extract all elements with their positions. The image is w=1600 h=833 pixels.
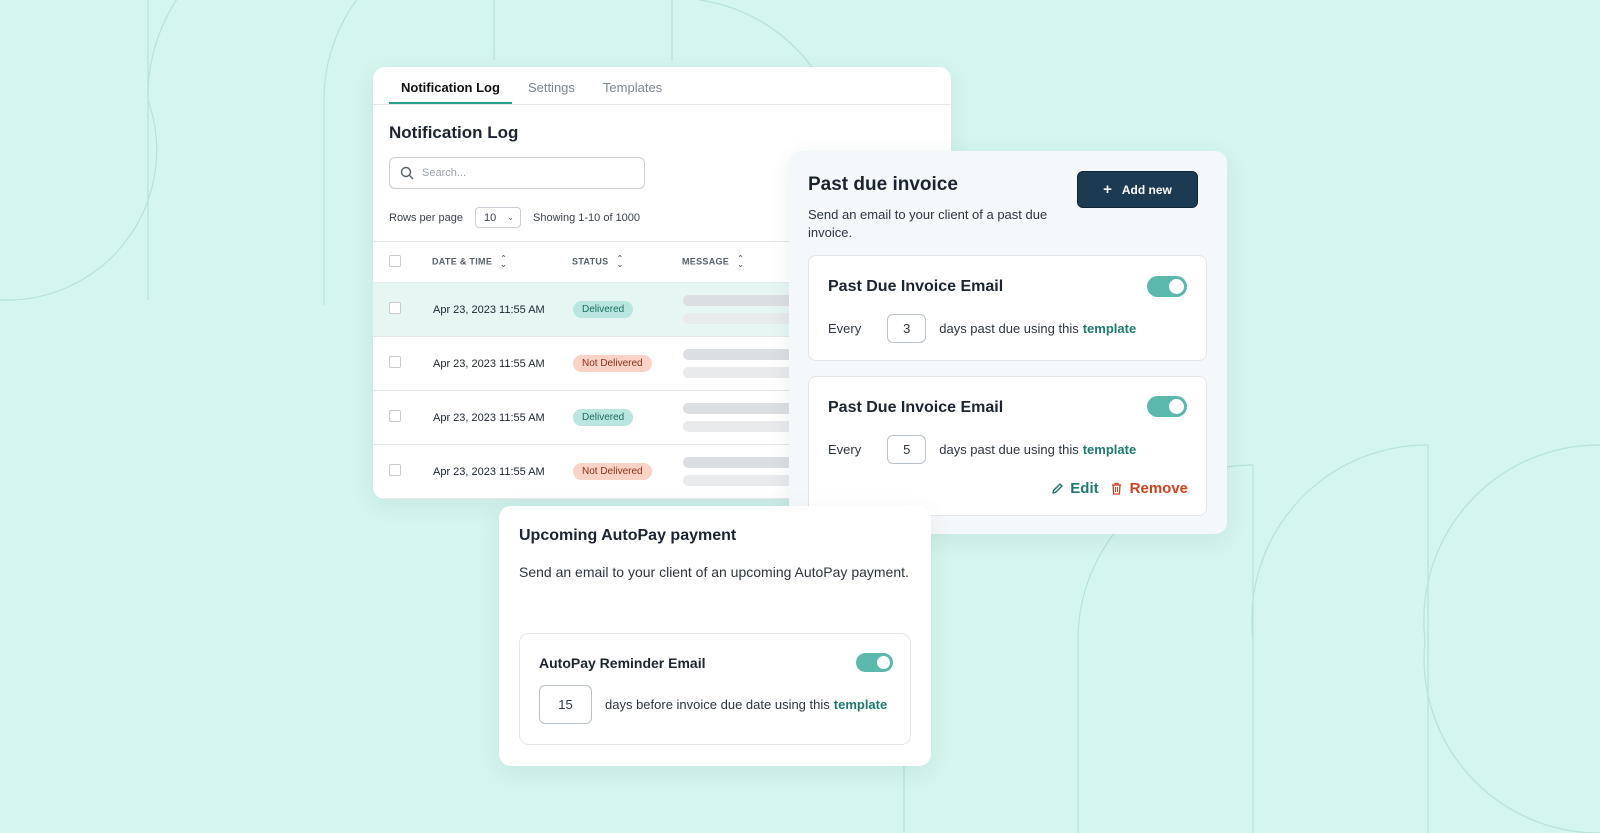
add-new-label: Add new — [1121, 182, 1172, 197]
reminder-rule-card: Past Due Invoice Email Every 3 days past… — [808, 255, 1207, 361]
status-badge: Delivered — [573, 301, 634, 318]
rule-schedule: 15 days before invoice due date using th… — [539, 685, 887, 724]
column-header-date[interactable]: DATE & TIME — [432, 256, 492, 266]
panel-title: Upcoming AutoPay payment — [519, 527, 737, 544]
edit-button[interactable]: Edit — [1051, 480, 1099, 497]
edit-label: Edit — [1070, 480, 1099, 497]
rule-enabled-toggle[interactable] — [1147, 276, 1187, 297]
days-input[interactable]: 5 — [887, 435, 927, 464]
showing-count: Showing 1-10 of 1000 — [533, 211, 641, 224]
tab-notification-log[interactable]: Notification Log — [389, 67, 512, 104]
row-checkbox[interactable] — [389, 410, 401, 422]
pencil-icon — [1052, 483, 1063, 494]
template-link[interactable]: template — [834, 697, 887, 712]
add-new-button[interactable]: + Add new — [1077, 171, 1198, 208]
rows-per-page-select[interactable]: 10 ⌄ — [475, 207, 521, 228]
rule-title: AutoPay Reminder Email — [539, 655, 706, 671]
status-badge: Delivered — [573, 409, 634, 426]
search-input[interactable] — [420, 166, 624, 180]
row-checkbox[interactable] — [389, 302, 401, 314]
rule-enabled-toggle[interactable] — [856, 653, 893, 672]
sort-icon[interactable]: ⌃ ⌄ — [500, 255, 507, 269]
rows-per-page-label: Rows per page — [389, 211, 463, 224]
remove-label: Remove — [1129, 480, 1188, 497]
template-link[interactable]: template — [1083, 321, 1136, 336]
schedule-text: days past due using this — [939, 321, 1079, 336]
plus-icon: + — [1103, 181, 1112, 198]
days-input[interactable]: 3 — [887, 314, 927, 343]
status-badge: Not Delivered — [573, 355, 652, 372]
sort-icon[interactable]: ⌃ ⌄ — [616, 255, 623, 269]
reminder-rule-card: Past Due Invoice Email Every 5 days past… — [808, 376, 1207, 516]
tab-bar: Notification Log Settings Templates — [373, 67, 951, 105]
row-date: Apr 23, 2023 11:55 AM — [433, 357, 545, 370]
days-input[interactable]: 15 — [539, 685, 592, 724]
rows-per-page-value: 10 — [484, 211, 497, 224]
rule-title: Past Due Invoice Email — [828, 399, 1004, 416]
select-all-checkbox[interactable] — [389, 255, 401, 267]
panel-title: Past due invoice — [808, 174, 958, 195]
rule-title: Past Due Invoice Email — [828, 278, 1004, 295]
rule-schedule: Every 5 days past due using this templat… — [828, 435, 1136, 464]
rule-actions: Edit Remove — [1051, 480, 1188, 497]
pagination-bar: Rows per page 10 ⌄ Showing 1-10 of 1000 — [389, 207, 640, 228]
row-date: Apr 23, 2023 11:55 AM — [433, 465, 545, 478]
chevron-down-icon: ⌄ — [507, 213, 514, 222]
row-date: Apr 23, 2023 11:55 AM — [433, 411, 545, 424]
column-header-status[interactable]: STATUS — [572, 256, 608, 266]
tab-settings[interactable]: Settings — [516, 67, 587, 104]
column-header-message[interactable]: MESSAGE — [682, 256, 729, 266]
past-due-invoice-panel: Past due invoice Send an email to your c… — [789, 151, 1227, 534]
search-box[interactable] — [389, 157, 645, 189]
every-label: Every — [828, 321, 862, 336]
sort-icon[interactable]: ⌃ ⌄ — [737, 255, 744, 269]
row-checkbox[interactable] — [389, 356, 401, 368]
status-badge: Not Delivered — [573, 463, 652, 480]
every-label: Every — [828, 442, 862, 457]
rule-schedule: Every 3 days past due using this templat… — [828, 314, 1136, 343]
schedule-text: days past due using this — [939, 442, 1079, 457]
autopay-panel: Upcoming AutoPay payment Send an email t… — [499, 506, 931, 766]
rule-enabled-toggle[interactable] — [1147, 396, 1187, 417]
search-icon — [400, 166, 414, 180]
trash-icon — [1111, 482, 1121, 495]
tab-templates[interactable]: Templates — [591, 67, 674, 104]
panel-description: Send an email to your client of an upcom… — [519, 564, 909, 580]
template-link[interactable]: template — [1083, 442, 1136, 457]
row-checkbox[interactable] — [389, 464, 401, 476]
page-title: Notification Log — [389, 123, 519, 142]
panel-description: Send an email to your client of a past d… — [808, 207, 1048, 240]
reminder-rule-card: AutoPay Reminder Email 15 days before in… — [519, 633, 911, 745]
schedule-text: days before invoice due date using this — [605, 697, 830, 712]
remove-button[interactable]: Remove — [1111, 480, 1188, 497]
row-date: Apr 23, 2023 11:55 AM — [433, 303, 545, 316]
